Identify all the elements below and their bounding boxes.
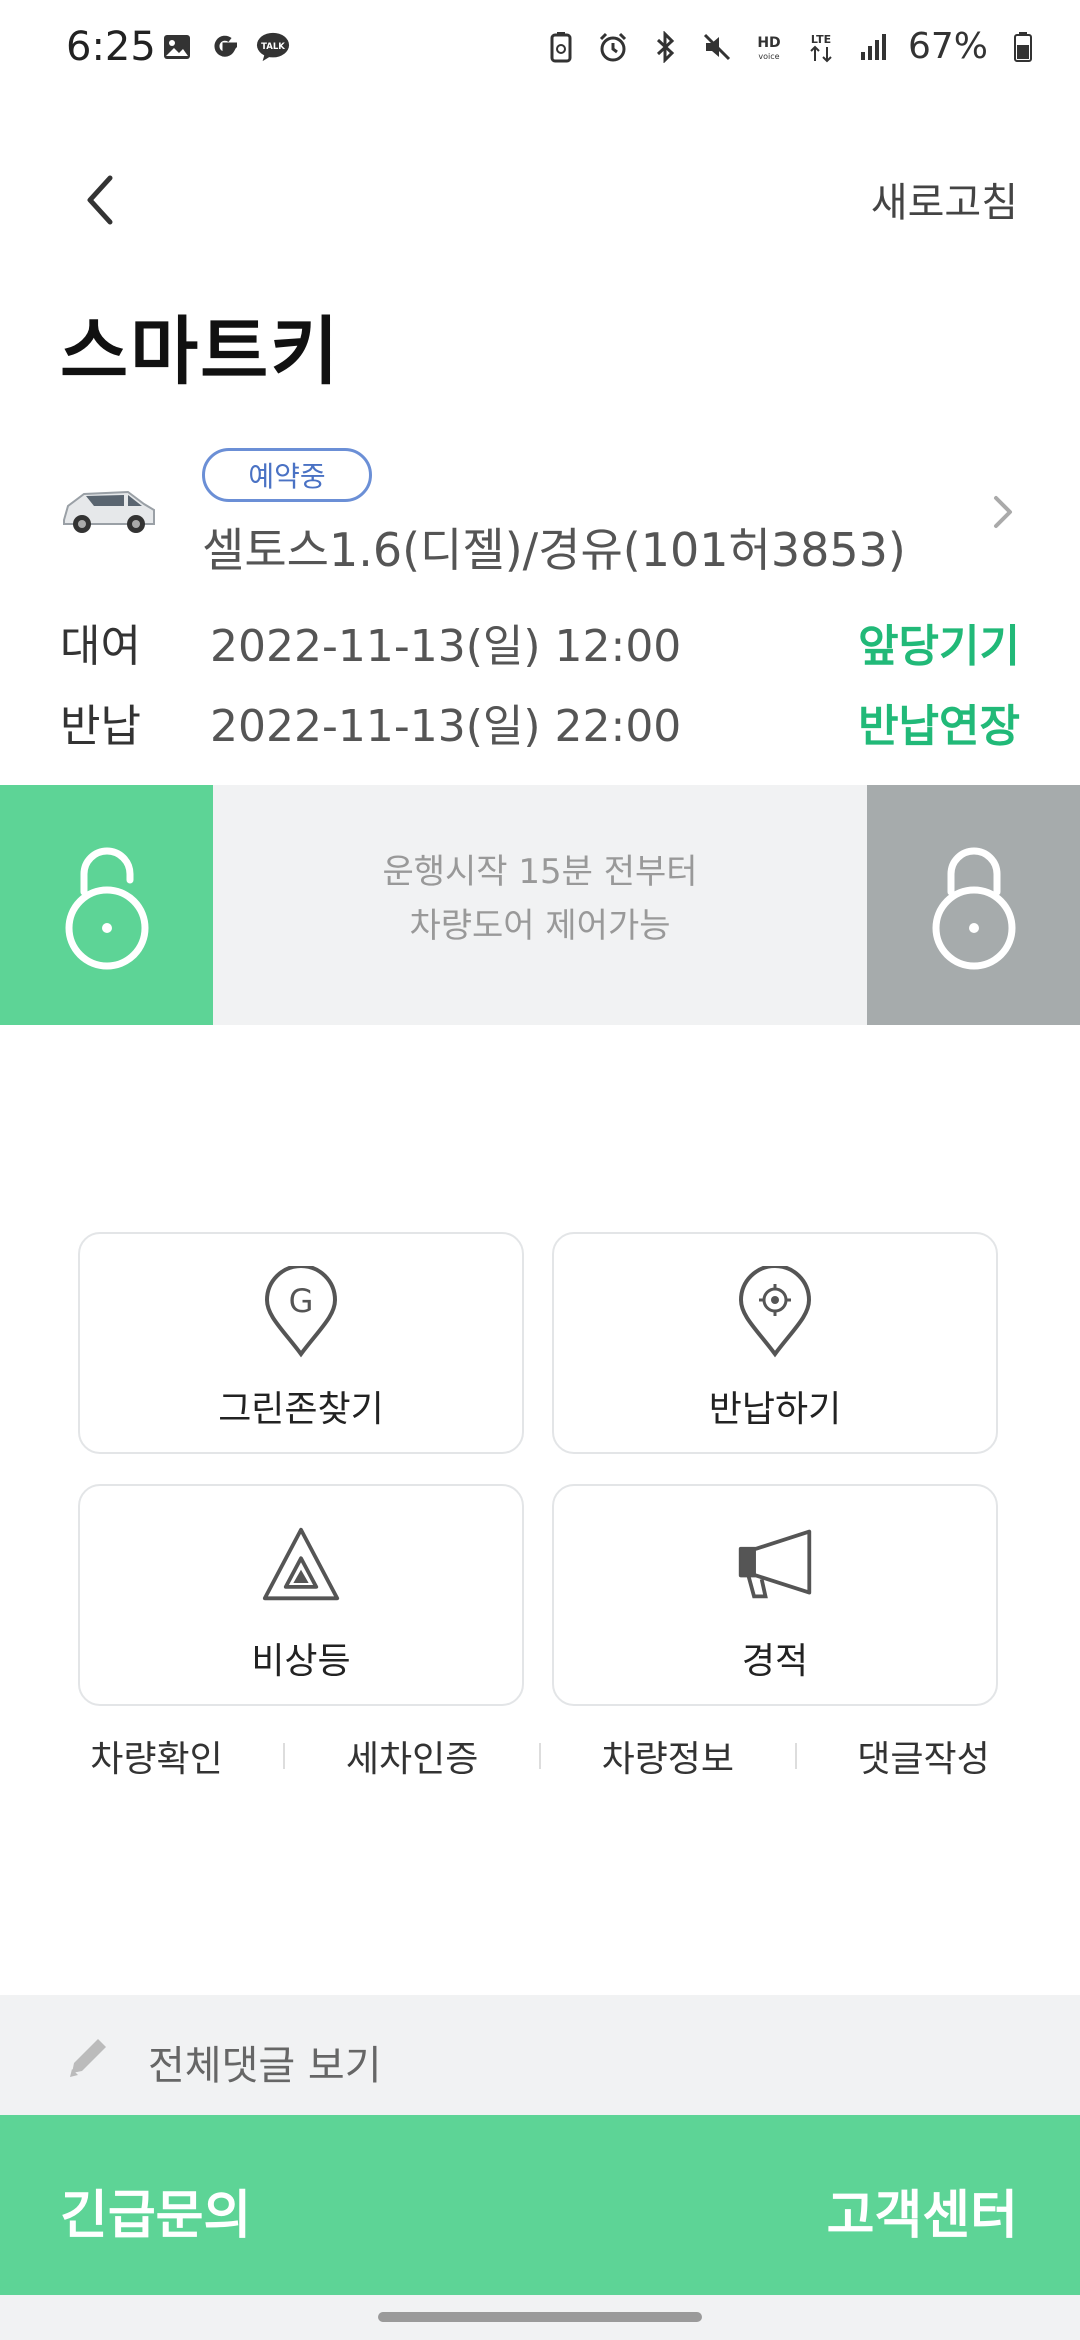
return-time: 2022-11-13(일) 22:00	[210, 701, 682, 752]
kakaotalk-icon: TALK	[256, 30, 290, 64]
check-car-link[interactable]: 차량확인	[90, 1730, 222, 1782]
svg-text:HD: HD	[757, 35, 780, 51]
unlock-icon	[65, 847, 148, 970]
pencil-icon	[64, 2031, 114, 2081]
battery-percent: 67%	[907, 26, 988, 67]
view-all-comments-button[interactable]: 전체댓글 보기	[0, 1995, 1080, 2115]
location-pin-g-icon: G	[261, 1264, 341, 1360]
rent-row: 대여 2022-11-13(일) 12:00 앞당기기	[60, 612, 1020, 672]
battery-saver-icon	[544, 30, 578, 64]
divider	[794, 1743, 797, 1769]
door-control-notice: 운행시작 15분 전부터 차량도어 제어가능	[213, 845, 867, 953]
find-greenzone-button[interactable]: G 그린존찾기	[78, 1232, 524, 1454]
lte-icon: LTE	[804, 30, 838, 64]
status-time: 6:25	[66, 24, 156, 70]
back-button[interactable]	[60, 160, 140, 240]
svg-text:voice: voice	[758, 52, 779, 61]
horn-button[interactable]: 경적	[552, 1484, 998, 1706]
battery-icon	[1006, 30, 1040, 64]
emergency-inquiry-button[interactable]: 긴급문의	[60, 2173, 251, 2248]
bluetooth-icon	[648, 30, 682, 64]
location-target-icon	[735, 1264, 815, 1360]
google-icon	[208, 30, 242, 64]
status-right: HD voice LTE 67%	[544, 26, 1040, 67]
car-info-link[interactable]: 차량정보	[602, 1730, 734, 1782]
signal-icon	[856, 30, 890, 64]
return-car-button[interactable]: 반납하기	[552, 1232, 998, 1454]
hd-voice-icon: HD voice	[752, 30, 786, 64]
unlock-door-button[interactable]	[0, 785, 213, 1025]
find-greenzone-label: 그린존찾기	[218, 1389, 384, 1430]
return-car-label: 반납하기	[708, 1389, 842, 1430]
divider	[538, 1743, 541, 1769]
chevron-left-icon	[87, 175, 113, 225]
quick-links: 차량확인 세차인증 차량정보 댓글작성	[60, 1730, 1020, 1782]
bottom-action-bar: 긴급문의 고객센터	[0, 2115, 1080, 2295]
write-comment-link[interactable]: 댓글작성	[857, 1730, 989, 1782]
extend-return-button[interactable]: 반납연장	[858, 690, 1020, 754]
return-row: 반납 2022-11-13(일) 22:00 반납연장	[60, 692, 1020, 752]
notice-line-2: 차량도어 제어가능	[409, 906, 671, 946]
svg-text:LTE: LTE	[811, 33, 831, 46]
reservation-status-badge: 예약중	[202, 448, 372, 502]
lock-door-button[interactable]	[867, 785, 1080, 1025]
car-name[interactable]: 셀토스1.6(디젤)/경유(101허3853)	[202, 514, 906, 580]
home-indicator[interactable]	[378, 2312, 702, 2322]
lock-icon	[932, 847, 1015, 970]
refresh-button[interactable]: 새로고침	[871, 170, 1018, 228]
hazard-triangle-icon	[261, 1516, 341, 1612]
megaphone-icon	[735, 1516, 815, 1612]
svg-text:TALK: TALK	[261, 42, 285, 52]
status-bar: 6:25 TALK HD voice LTE 67%	[0, 0, 1080, 100]
notice-line-1: 운행시작 15분 전부터	[382, 852, 698, 892]
return-label: 반납	[60, 701, 141, 752]
view-all-comments-label: 전체댓글 보기	[148, 2043, 382, 2089]
car-thumbnail	[58, 478, 158, 542]
mute-icon	[700, 30, 734, 64]
advance-rental-button[interactable]: 앞당기기	[858, 610, 1020, 674]
gallery-icon	[160, 30, 194, 64]
rent-time: 2022-11-13(일) 12:00	[210, 621, 682, 672]
rent-label: 대여	[60, 621, 141, 672]
alarm-icon	[596, 30, 630, 64]
page-title: 스마트키	[60, 309, 341, 395]
hazard-lights-button[interactable]: 비상등	[78, 1484, 524, 1706]
horn-label: 경적	[741, 1641, 809, 1682]
customer-center-button[interactable]: 고객센터	[827, 2173, 1018, 2248]
status-left-icons: TALK	[160, 30, 290, 64]
hazard-lights-label: 비상등	[251, 1641, 351, 1682]
wash-verify-link[interactable]: 세차인증	[346, 1730, 478, 1782]
chevron-right-icon[interactable]	[988, 492, 1018, 532]
divider	[283, 1743, 286, 1769]
svg-text:G: G	[289, 1282, 314, 1320]
